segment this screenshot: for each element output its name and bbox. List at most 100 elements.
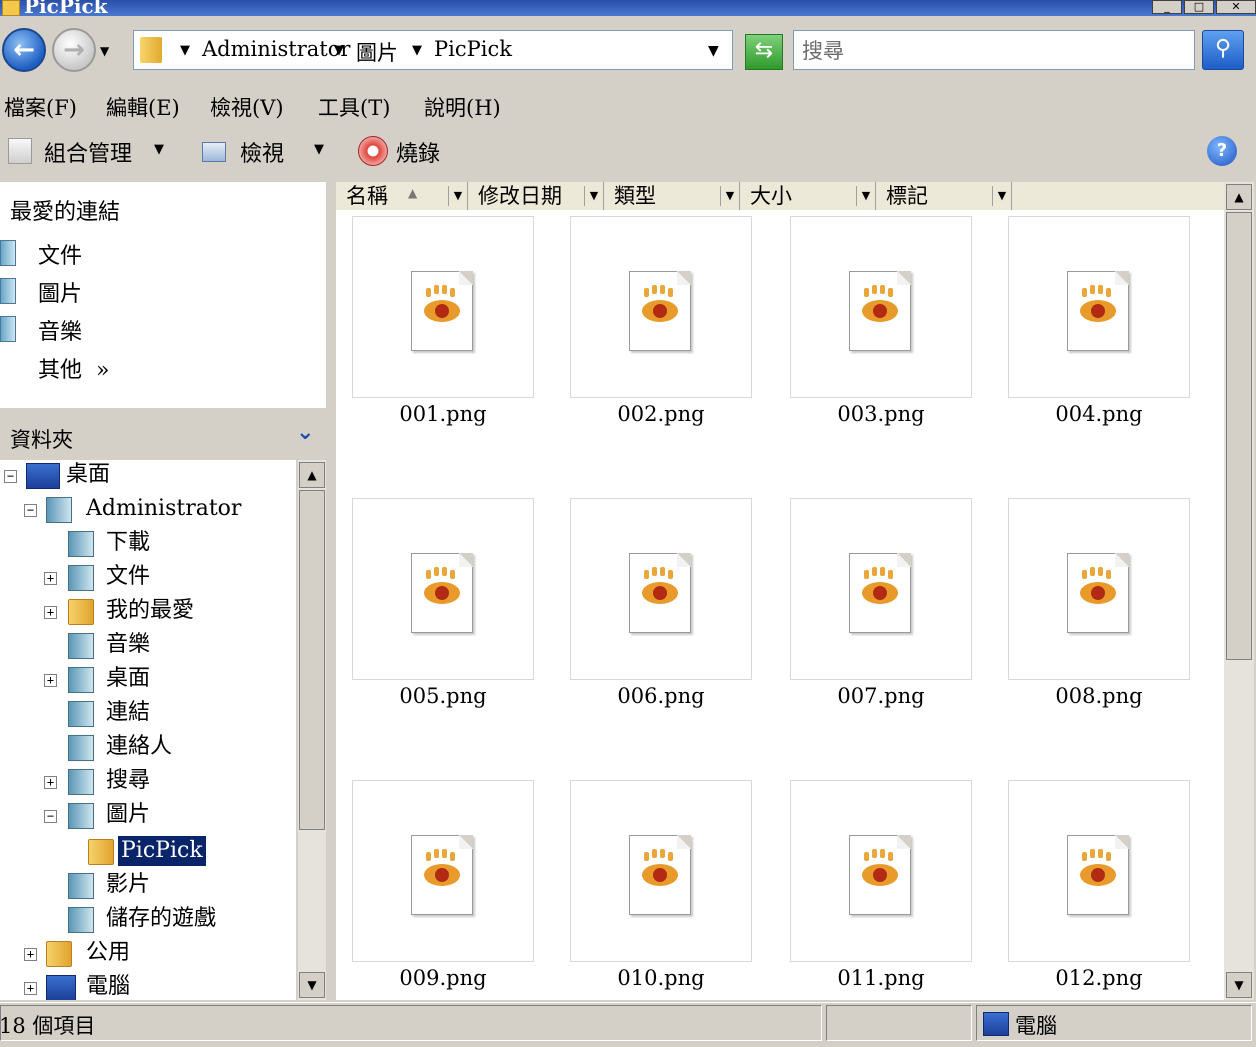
search-icon: ⚲ — [1214, 36, 1232, 61]
breadcrumb-administrator[interactable]: Administrator — [202, 37, 350, 61]
column-size[interactable]: 大小 ▼ — [740, 182, 876, 210]
burn-button[interactable]: 燒錄 — [396, 136, 440, 168]
tree-scrollbar[interactable]: ▲ ▼ — [298, 460, 326, 1000]
collapse-icon[interactable]: − — [4, 470, 17, 483]
views-dropdown-icon[interactable]: ▼ — [314, 142, 324, 157]
column-filter-icon[interactable]: ▼ — [448, 186, 467, 206]
music-icon — [0, 316, 16, 342]
expand-icon[interactable]: + — [44, 606, 57, 619]
search-input[interactable] — [800, 33, 1184, 69]
address-field[interactable]: ▼ Administrator ▼ 圖片 ▼ PicPick ▼ — [133, 30, 733, 70]
back-button[interactable]: ← — [2, 28, 46, 72]
tree-label: 圖片 — [106, 802, 151, 827]
png-file-icon — [411, 271, 473, 351]
address-bar-row: ← → ▼ ▼ Administrator ▼ 圖片 ▼ PicPick ▼ ⇆… — [0, 18, 1256, 84]
refresh-button[interactable]: ⇆ — [745, 34, 783, 70]
expand-icon[interactable]: + — [24, 948, 37, 961]
tree-label: 下載 — [106, 530, 151, 555]
tree-label-selected: PicPick — [118, 836, 206, 866]
scroll-up-button[interactable]: ▲ — [1226, 184, 1252, 210]
breadcrumb-picpick[interactable]: PicPick — [434, 37, 512, 61]
column-type[interactable]: 類型 ▼ — [604, 182, 740, 210]
chevron-down-icon[interactable]: ⌄ — [296, 420, 314, 445]
documents-icon — [0, 240, 16, 266]
breadcrumb-pictures[interactable]: 圖片 — [356, 37, 398, 67]
more-chevron-icon: » — [96, 358, 110, 383]
fav-link-music[interactable]: 音樂 — [38, 314, 82, 346]
png-file-icon — [629, 553, 691, 633]
column-filter-icon[interactable]: ▼ — [992, 186, 1011, 206]
search-box — [793, 30, 1195, 70]
fav-link-documents[interactable]: 文件 — [38, 238, 82, 270]
organize-button[interactable]: 組合管理 — [44, 136, 132, 168]
collapse-icon[interactable]: − — [44, 810, 57, 823]
views-icon — [202, 142, 226, 162]
file-name: 002.png — [617, 402, 705, 426]
thumbnail — [352, 216, 534, 398]
views-button[interactable]: 檢視 — [240, 136, 284, 168]
menu-edit[interactable]: 編輯(E) — [106, 92, 180, 122]
column-label: 修改日期 — [478, 184, 562, 208]
search-button[interactable]: ⚲ — [1202, 30, 1244, 70]
expand-icon[interactable]: + — [44, 776, 57, 789]
close-button[interactable]: ✕ — [1216, 0, 1256, 14]
scroll-up-button[interactable]: ▲ — [299, 462, 325, 488]
breadcrumb-arrow-icon[interactable]: ▼ — [180, 43, 190, 58]
downloads-icon — [68, 531, 94, 557]
column-filter-icon[interactable]: ▼ — [720, 186, 739, 206]
thumbnail — [790, 216, 972, 398]
file-name: 009.png — [399, 966, 487, 990]
minimize-button[interactable]: _ — [1152, 0, 1182, 14]
content-scrollbar[interactable]: ▲ ▼ — [1224, 182, 1254, 1000]
expand-icon[interactable]: + — [44, 674, 57, 687]
recent-pages-dropdown[interactable]: ▼ — [100, 44, 109, 58]
menu-file[interactable]: 檔案(F) — [4, 92, 77, 122]
png-file-icon — [411, 835, 473, 915]
organize-dropdown-icon[interactable]: ▼ — [154, 142, 164, 157]
scroll-down-button[interactable]: ▼ — [1226, 972, 1252, 998]
tree-label: 音樂 — [106, 632, 151, 657]
tree-label: 我的最愛 — [106, 598, 195, 623]
column-name[interactable]: 名稱 ▲ ▼ — [336, 182, 468, 210]
column-label: 標記 — [886, 184, 928, 208]
arrow-right-icon: → — [63, 35, 85, 65]
forward-button[interactable]: → — [52, 28, 96, 72]
fav-link-more[interactable]: 其他 » — [38, 352, 109, 384]
fav-link-pictures[interactable]: 圖片 — [38, 276, 82, 308]
desktop-folder-icon — [68, 667, 94, 693]
column-header: 名稱 ▲ ▼ 修改日期 ▼ 類型 ▼ 大小 ▼ 標記 ▼ — [336, 182, 1224, 211]
expand-icon[interactable]: + — [44, 572, 57, 585]
collapse-icon[interactable]: − — [24, 504, 37, 517]
column-tags[interactable]: 標記 ▼ — [876, 182, 1012, 210]
file-name: 012.png — [1055, 966, 1143, 990]
tree-label: 連絡人 — [106, 734, 173, 759]
column-label: 大小 — [750, 184, 792, 208]
folders-header[interactable]: 資料夾 ⌄ — [0, 414, 326, 458]
menu-tools[interactable]: 工具(T) — [318, 92, 390, 122]
thumbnail — [570, 780, 752, 962]
help-icon[interactable]: ? — [1207, 136, 1237, 166]
thumbnail — [570, 498, 752, 680]
maximize-button[interactable]: □ — [1184, 0, 1214, 14]
tree-label: 桌面 — [106, 666, 151, 691]
desktop-icon — [26, 463, 60, 489]
tree-label: 桌面 — [66, 462, 111, 487]
column-filter-icon[interactable]: ▼ — [584, 186, 603, 206]
thumbnail — [790, 780, 972, 962]
column-label: 類型 — [614, 184, 656, 208]
menu-help[interactable]: 說明(H) — [424, 92, 501, 122]
breadcrumb-arrow-icon[interactable]: ▼ — [412, 43, 422, 58]
breadcrumb-arrow-icon[interactable]: ▼ — [334, 43, 344, 58]
menu-view[interactable]: 檢視(V) — [210, 92, 284, 122]
scroll-down-button[interactable]: ▼ — [299, 972, 325, 998]
column-modified[interactable]: 修改日期 ▼ — [468, 182, 604, 210]
folder-icon — [2, 0, 20, 16]
column-filter-icon[interactable]: ▼ — [856, 186, 875, 206]
scroll-thumb[interactable] — [1226, 212, 1252, 660]
tree-label: 文件 — [106, 564, 151, 589]
scroll-thumb[interactable] — [299, 490, 325, 830]
expand-icon[interactable]: + — [24, 982, 37, 995]
tree-label: 連結 — [106, 700, 151, 725]
png-file-icon — [629, 271, 691, 351]
address-dropdown-icon[interactable]: ▼ — [708, 43, 719, 59]
